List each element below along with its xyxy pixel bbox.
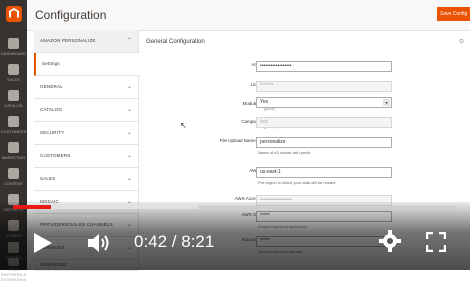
campaign-name-input[interactable]: test xyxy=(256,117,392,128)
chevron-down-icon: ⌄ xyxy=(126,130,132,136)
play-button[interactable] xyxy=(33,232,53,259)
collapse-icon[interactable]: ⊙ xyxy=(459,38,464,45)
access-key-input[interactable]: •••••••••••••••••• xyxy=(256,61,392,72)
sidebar-item-sales[interactable]: SALES xyxy=(0,62,27,88)
section-sales[interactable]: SALES ⌄ xyxy=(34,168,138,191)
section-general[interactable]: GENERAL ⌄ xyxy=(34,76,138,99)
customers-icon xyxy=(8,116,19,127)
section-customers[interactable]: CUSTOMERS ⌄ xyxy=(34,145,138,168)
catalog-icon xyxy=(8,90,19,101)
sidebar-item-marketing[interactable]: MARKETING xyxy=(0,140,27,166)
chevron-up-icon: ⌃ xyxy=(126,38,132,44)
section-catalog[interactable]: CATALOG ⌄ xyxy=(34,99,138,122)
volume-button[interactable] xyxy=(86,231,112,260)
volume-icon xyxy=(88,234,109,252)
content-icon xyxy=(8,168,19,179)
chevron-down-icon: ⌄ xyxy=(126,153,132,159)
gear-icon xyxy=(379,230,401,252)
general-configuration-title: General Configuration xyxy=(146,39,205,45)
played-bar xyxy=(13,205,51,209)
license-key-input[interactable]: ******* xyxy=(256,81,392,92)
aws-region-input[interactable]: us-east-1 xyxy=(256,167,392,178)
section-item-settings[interactable]: Settings xyxy=(34,53,140,76)
settings-button[interactable] xyxy=(379,230,401,257)
marketing-icon xyxy=(8,142,19,153)
chevron-down-icon: ⌄ xyxy=(126,84,132,90)
sidebar-item-dashboard[interactable]: DASHBOARD xyxy=(0,36,27,62)
dollar-icon xyxy=(8,64,19,75)
page-header: Configuration Save Config xyxy=(27,0,470,31)
fullscreen-icon xyxy=(425,231,447,253)
mouse-cursor-icon: ↖ xyxy=(180,121,187,130)
field-note: Pre-region in which your data will be ho… xyxy=(258,180,336,185)
video-progress-bar[interactable] xyxy=(13,205,457,209)
sidebar-item-customers[interactable]: CUSTOMERS xyxy=(0,114,27,140)
fullscreen-button[interactable] xyxy=(425,231,447,257)
time-display: 0:42 / 8:21 xyxy=(134,232,215,251)
dashboard-icon xyxy=(8,38,19,49)
sidebar-item-content[interactable]: CONTENT xyxy=(0,166,27,192)
sidebar-item-catalog[interactable]: CATALOG xyxy=(0,88,27,114)
section-security[interactable]: SECURITY ⌄ xyxy=(34,122,138,145)
chevron-down-icon: ⌄ xyxy=(126,176,132,182)
file-upload-directory-input[interactable]: personalize xyxy=(256,137,392,148)
section-amazon-personalize[interactable]: AMAZON PERSONALIZE ⌃ xyxy=(34,30,138,53)
play-icon xyxy=(34,233,52,253)
save-config-button[interactable]: Save Config xyxy=(437,7,470,21)
chevron-down-icon: ⌄ xyxy=(126,107,132,113)
field-note: Name of s3 bucket with prefix xyxy=(258,150,311,155)
magento-logo-icon[interactable] xyxy=(6,6,22,22)
module-enabled-select[interactable]: Yes ▾ xyxy=(256,97,392,108)
dropdown-arrow-icon: ▾ xyxy=(383,99,390,106)
page-title: Configuration xyxy=(35,8,107,22)
